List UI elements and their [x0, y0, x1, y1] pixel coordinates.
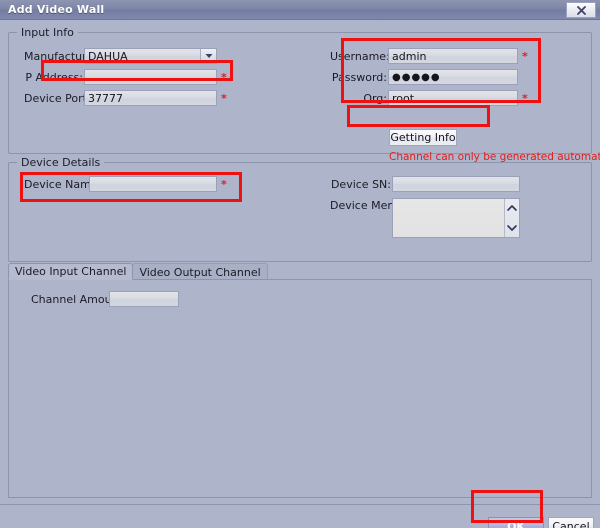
org-required-marker: * — [522, 91, 528, 105]
manufacturer-label: Manufacturer: — [24, 49, 102, 63]
channel-amount-row: Channel Amount: — [31, 291, 251, 307]
ip-address-input[interactable] — [84, 69, 217, 85]
device-port-label: Device Port: — [24, 91, 91, 105]
getting-info-button[interactable]: Getting Info — [389, 129, 457, 146]
window-titlebar: Add Video Wall — [0, 0, 600, 20]
device-name-row: Device Name: * — [24, 176, 284, 192]
device-details-legend: Device Details — [17, 156, 105, 169]
device-memo-text[interactable] — [393, 199, 505, 237]
dialog-body: Input Info Manufacturer: DAHUA P Address… — [0, 20, 600, 528]
close-icon — [576, 5, 586, 15]
video-input-channel-panel: Channel Amount: — [8, 279, 592, 498]
ip-address-row: P Address: * — [24, 69, 284, 85]
device-sn-row: Device SN: — [330, 176, 580, 192]
username-label: Username: — [330, 49, 390, 63]
window-title: Add Video Wall — [8, 3, 105, 16]
manufacturer-value: DAHUA — [88, 49, 128, 63]
ip-address-label: P Address: — [25, 70, 83, 84]
device-name-label: Device Name: — [24, 177, 102, 191]
device-name-required-marker: * — [221, 177, 227, 191]
device-memo-row: Device Memo: — [330, 198, 580, 238]
device-port-row: Device Port: 37777 * — [24, 90, 284, 106]
manufacturer-row: Manufacturer: DAHUA — [24, 48, 274, 64]
add-video-wall-dialog: Add Video Wall Input Info Manufacturer: … — [0, 0, 600, 528]
channel-amount-input[interactable] — [109, 291, 179, 307]
device-sn-label: Device SN: — [330, 177, 391, 191]
username-row: Username: admin * — [330, 48, 580, 64]
tab-video-output-channel[interactable]: Video Output Channel — [132, 263, 268, 280]
device-memo-scrollbar[interactable] — [505, 199, 519, 237]
tab-video-input-channel[interactable]: Video Input Channel — [8, 263, 134, 280]
password-label: Password: — [331, 70, 387, 84]
org-row: Org: root * — [330, 90, 580, 106]
password-row: Password: ●●●●● — [330, 69, 580, 85]
chevron-down-icon[interactable] — [200, 49, 216, 63]
device-sn-input[interactable] — [392, 176, 520, 192]
password-input[interactable]: ●●●●● — [388, 69, 518, 85]
username-input[interactable]: admin — [388, 48, 518, 64]
ip-address-required-marker: * — [221, 70, 227, 84]
username-required-marker: * — [522, 49, 528, 63]
channel-amount-label: Channel Amount: — [31, 292, 127, 306]
device-port-input[interactable]: 37777 — [84, 90, 217, 106]
chevron-up-icon[interactable] — [507, 201, 517, 214]
channel-tabstrip: Video Input Channel Video Output Channel — [8, 263, 592, 280]
device-memo-label: Device Memo: — [330, 199, 409, 212]
input-info-legend: Input Info — [17, 26, 78, 39]
org-label: Org: — [363, 91, 387, 105]
device-memo-input[interactable] — [392, 198, 520, 238]
manufacturer-select[interactable]: DAHUA — [84, 48, 217, 64]
device-name-input[interactable] — [89, 176, 217, 192]
close-button[interactable] — [566, 2, 596, 18]
ok-button[interactable]: OK — [488, 517, 544, 528]
cancel-button[interactable]: Cancel — [548, 517, 594, 528]
org-input[interactable]: root — [388, 90, 518, 106]
chevron-down-icon[interactable] — [507, 222, 517, 235]
device-port-required-marker: * — [221, 91, 227, 105]
